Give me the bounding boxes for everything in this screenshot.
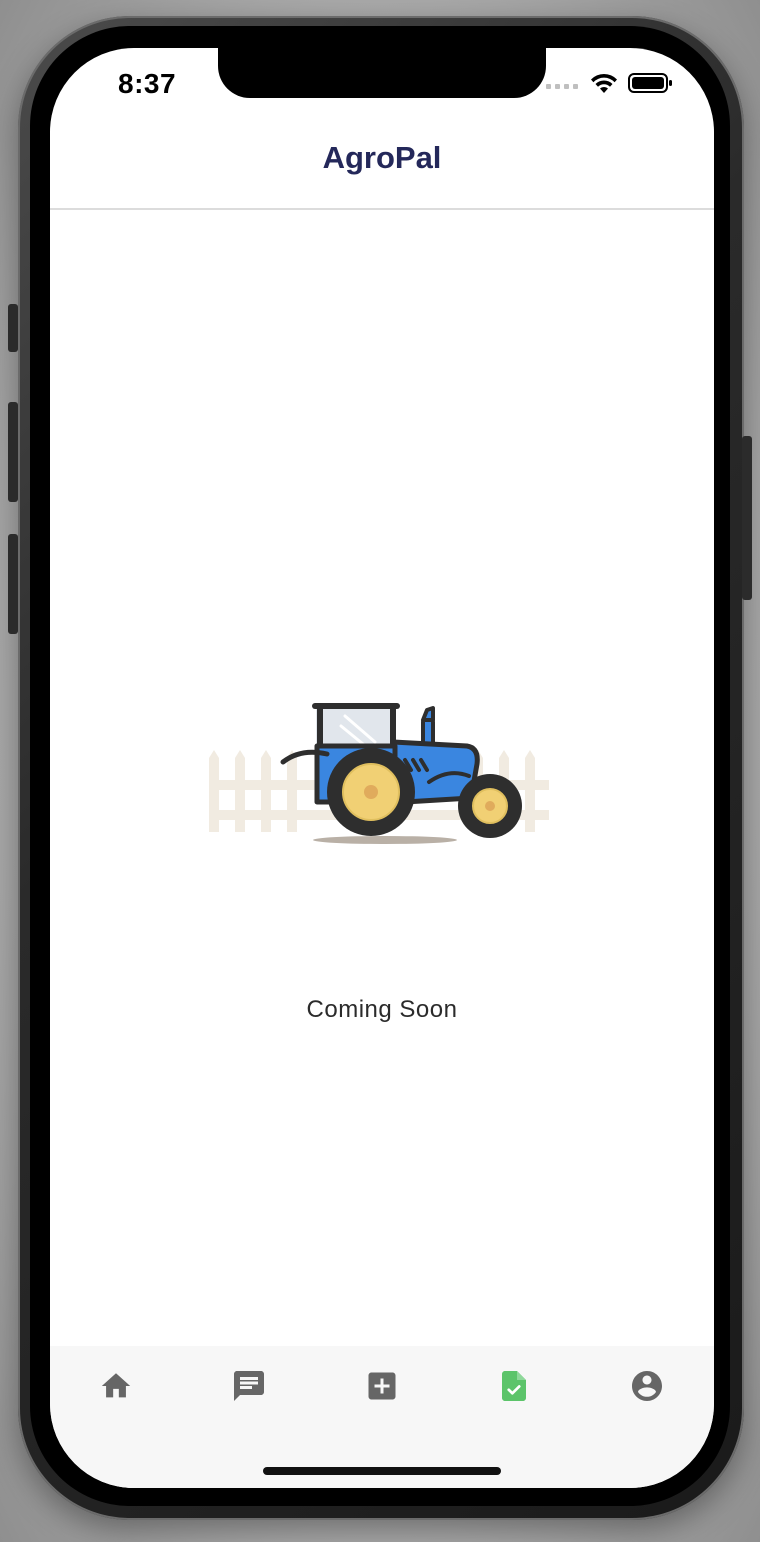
app-title: AgroPal — [322, 140, 442, 175]
silent-switch — [8, 304, 18, 352]
power-button — [742, 436, 752, 600]
home-indicator — [263, 1467, 501, 1475]
battery-icon — [628, 72, 674, 99]
app-screen: 8:37 AgroPal Coming Soon — [50, 48, 714, 1488]
cellular-signal-icon — [546, 77, 580, 95]
tab-add[interactable] — [362, 1368, 402, 1408]
notch — [218, 48, 546, 98]
device-background: 8:37 AgroPal Coming Soon — [0, 0, 760, 1542]
status-time: 8:37 — [118, 68, 177, 99]
add-box-icon — [364, 1368, 400, 1409]
tractor-front-wheel — [458, 774, 522, 838]
tab-home[interactable] — [96, 1368, 136, 1408]
document-check-icon — [496, 1368, 532, 1409]
tractor-cabin — [312, 703, 400, 753]
tractor-illustration — [205, 698, 555, 848]
wifi-icon — [590, 72, 618, 99]
volume-down-button — [8, 534, 18, 634]
volume-up-button — [8, 402, 18, 502]
home-icon — [99, 1369, 133, 1408]
message-icon — [231, 1368, 267, 1409]
tractor-rear-wheel — [327, 748, 415, 836]
app-header: AgroPal — [50, 108, 714, 210]
tab-profile[interactable] — [627, 1368, 667, 1408]
tab-messages[interactable] — [229, 1368, 269, 1408]
account-circle-icon — [629, 1368, 665, 1409]
tab-documents[interactable] — [494, 1368, 534, 1408]
status-icons — [546, 72, 674, 99]
tractor-exhaust — [421, 706, 435, 748]
coming-soon-label: Coming Soon — [306, 996, 458, 1023]
